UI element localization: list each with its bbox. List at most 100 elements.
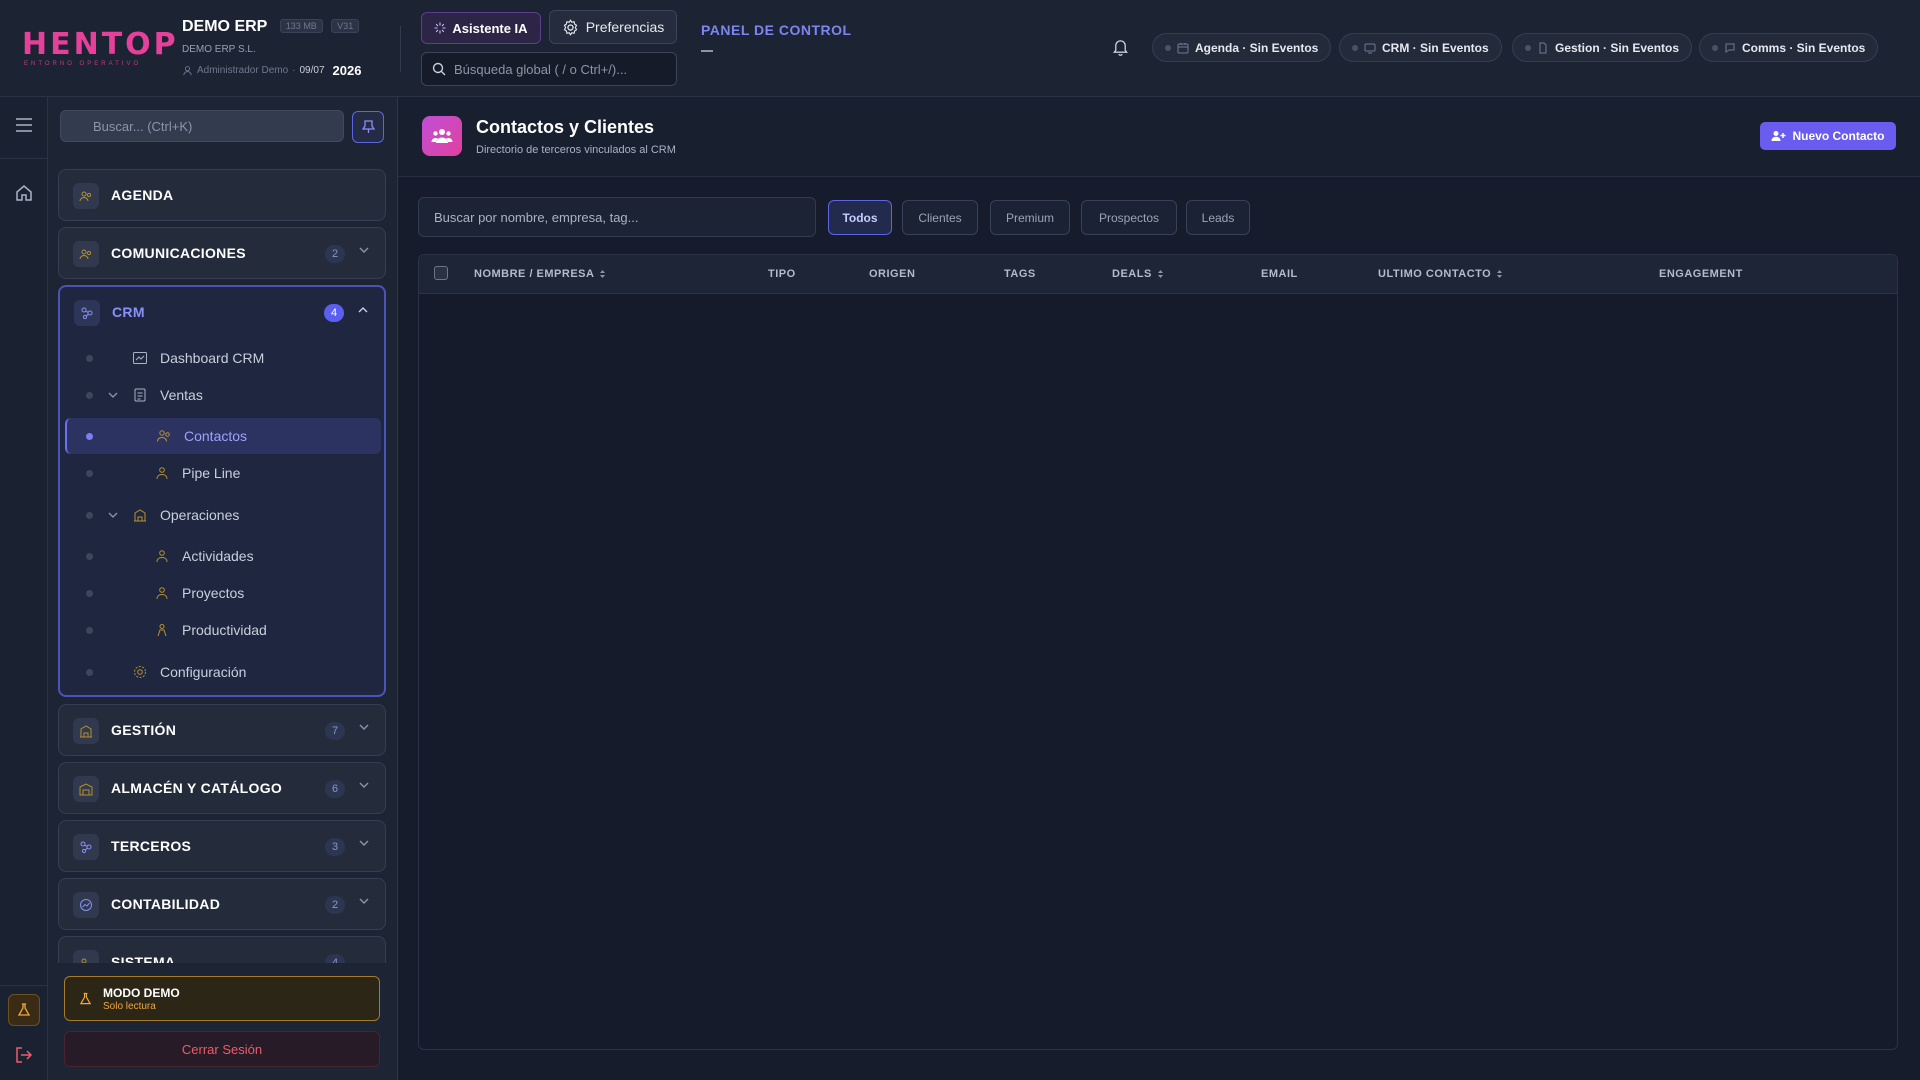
filter-todos[interactable]: Todos bbox=[828, 200, 892, 235]
clipboard-icon bbox=[134, 388, 146, 402]
notifications-button[interactable] bbox=[1112, 38, 1129, 61]
logout-rail-button[interactable] bbox=[12, 1043, 36, 1067]
column-header-tipo: TIPO bbox=[768, 268, 796, 280]
count-badge: 7 bbox=[325, 722, 345, 740]
contacts-table: NOMBRE / EMPRESA TIPO ORIGEN TAGS DEALS … bbox=[418, 254, 1898, 1050]
size-badge: 133 MB bbox=[279, 19, 323, 33]
sidebar-group-label: CONTABILIDAD bbox=[111, 896, 221, 912]
sidebar-item-dashboard-crm[interactable]: Dashboard CRM bbox=[60, 340, 384, 376]
flask-icon bbox=[79, 992, 92, 1005]
column-header-ultimo-contacto[interactable]: ULTIMO CONTACTO bbox=[1378, 268, 1503, 280]
sidebar-item-label: Proyectos bbox=[182, 585, 245, 601]
global-search-input[interactable]: Búsqueda global ( / o Ctrl+/)... bbox=[421, 52, 677, 86]
sidebar-item-label: Ventas bbox=[160, 387, 203, 403]
status-pill-gestion[interactable]: Gestion · Sin Eventos bbox=[1512, 33, 1693, 62]
pin-sidebar-button[interactable] bbox=[352, 111, 384, 143]
status-dot bbox=[1352, 44, 1358, 51]
status-pill-comms[interactable]: Comms · Sin Eventos bbox=[1699, 33, 1879, 62]
new-contact-button[interactable]: Nuevo Contacto bbox=[1760, 122, 1896, 150]
sidebar-group-contabilidad[interactable]: CONTABILIDAD 2 bbox=[58, 878, 386, 930]
users-icon bbox=[156, 550, 168, 563]
sidebar-item-label: Pipe Line bbox=[182, 465, 241, 481]
people-icon bbox=[79, 249, 92, 260]
preferences-label: Preferencias bbox=[585, 19, 665, 35]
sidebar-group-almacen[interactable]: ALMACÉN Y CATÁLOGO 6 bbox=[58, 762, 386, 814]
bell-icon bbox=[1113, 40, 1128, 56]
preferences-button[interactable]: Preferencias bbox=[549, 10, 677, 44]
filter-prospectos[interactable]: Prospectos bbox=[1081, 200, 1177, 235]
chevron-down-icon bbox=[359, 898, 369, 904]
status-dot bbox=[1165, 44, 1171, 51]
date-text: 09/07 bbox=[299, 65, 325, 76]
sidebar-group-label: GESTIÓN bbox=[111, 722, 177, 738]
sidebar-item-configuracion[interactable]: Configuración bbox=[60, 654, 384, 690]
contacts-page-icon bbox=[422, 116, 462, 156]
sidebar-item-label: Productividad bbox=[182, 622, 267, 638]
sidebar-group-comunicaciones[interactable]: COMUNICACIONES 2 bbox=[58, 227, 386, 279]
app-name: DEMO ERP bbox=[182, 18, 268, 35]
home-button[interactable] bbox=[12, 181, 36, 205]
warehouse-icon bbox=[79, 783, 93, 796]
hamburger-icon bbox=[16, 118, 32, 132]
panel-title: PANEL DE CONTROL bbox=[701, 22, 852, 38]
status-pill-crm[interactable]: CRM · Sin Eventos bbox=[1339, 33, 1502, 62]
filter-leads[interactable]: Leads bbox=[1186, 200, 1250, 235]
count-badge: 2 bbox=[325, 896, 345, 914]
settings-icon bbox=[134, 666, 146, 678]
sidebar-item-label: Operaciones bbox=[160, 507, 240, 523]
sidebar-group-label: ALMACÉN Y CATÁLOGO bbox=[111, 780, 283, 796]
page-subtitle: Directorio de terceros vinculados al CRM bbox=[476, 144, 676, 156]
sidebar-item-actividades[interactable]: Actividades bbox=[60, 538, 384, 574]
contacts-search-input[interactable]: Buscar por nombre, empresa, tag... bbox=[418, 197, 816, 237]
sidebar-group-label: COMUNICACIONES bbox=[111, 245, 246, 261]
pin-icon bbox=[361, 120, 375, 133]
sidebar-group-gestion[interactable]: GESTIÓN 7 bbox=[58, 704, 386, 756]
sidebar-item-ventas[interactable]: Ventas bbox=[60, 377, 384, 413]
sidebar-item-pipeline[interactable]: Pipe Line bbox=[60, 455, 384, 491]
column-header-nombre[interactable]: NOMBRE / EMPRESA bbox=[474, 268, 606, 280]
crm-group-header[interactable]: CRM 4 bbox=[60, 287, 384, 339]
panel-subtitle-dash bbox=[701, 50, 713, 52]
select-all-checkbox[interactable] bbox=[434, 266, 448, 280]
status-pill-label: Gestion · Sin Eventos bbox=[1555, 40, 1680, 55]
sidebar-item-label: Dashboard CRM bbox=[160, 350, 265, 366]
column-header-engagement: ENGAGEMENT bbox=[1659, 268, 1743, 280]
menu-toggle-button[interactable] bbox=[12, 113, 36, 137]
search-icon bbox=[432, 62, 446, 76]
user-icon bbox=[183, 66, 192, 76]
sidebar-item-contactos[interactable]: Contactos bbox=[65, 418, 381, 454]
filter-premium[interactable]: Premium bbox=[990, 200, 1070, 235]
page-header: Contactos y Clientes Directorio de terce… bbox=[398, 97, 1920, 177]
comunicaciones-group-icon bbox=[73, 241, 99, 267]
app-logo[interactable]: HENTOP ENTORNO OPERATIVO bbox=[22, 30, 176, 68]
demo-mode-button[interactable] bbox=[8, 994, 40, 1026]
network-icon bbox=[81, 307, 93, 320]
filter-clientes[interactable]: Clientes bbox=[902, 200, 978, 235]
column-header-tags: TAGS bbox=[1004, 268, 1036, 280]
status-pill-label: Agenda · Sin Eventos bbox=[1195, 40, 1319, 55]
add-user-icon bbox=[1771, 131, 1786, 141]
count-badge: 6 bbox=[325, 780, 345, 798]
sort-icon bbox=[1497, 270, 1503, 278]
dashboard-icon bbox=[133, 352, 147, 364]
demo-mode-title: MODO DEMO bbox=[103, 986, 180, 1000]
document-icon bbox=[1539, 42, 1547, 53]
ai-assistant-button[interactable]: Asistente IA bbox=[421, 12, 541, 44]
sidebar-item-proyectos[interactable]: Proyectos bbox=[60, 575, 384, 611]
global-search-placeholder: Búsqueda global ( / o Ctrl+/)... bbox=[454, 61, 628, 77]
chevron-up-icon bbox=[358, 307, 368, 313]
sidebar-search-input[interactable]: Buscar... (Ctrl+K) bbox=[60, 110, 344, 142]
page-title: Contactos y Clientes bbox=[476, 117, 655, 137]
people-icon bbox=[79, 191, 92, 202]
home-icon bbox=[16, 185, 32, 201]
status-pill-agenda[interactable]: Agenda · Sin Eventos bbox=[1152, 33, 1332, 62]
logout-button[interactable]: Cerrar Sesión bbox=[64, 1031, 380, 1067]
chevron-down-icon bbox=[359, 782, 369, 788]
sidebar-group-terceros[interactable]: TERCEROS 3 bbox=[58, 820, 386, 872]
sidebar-item-productividad[interactable]: Productividad bbox=[60, 612, 384, 648]
sidebar-group-agenda[interactable]: AGENDA bbox=[58, 169, 386, 221]
chevron-down-icon bbox=[108, 392, 118, 398]
year-text: 2026 bbox=[332, 63, 362, 78]
column-header-deals[interactable]: DEALS bbox=[1112, 268, 1164, 280]
sidebar-item-operaciones[interactable]: Operaciones bbox=[60, 497, 384, 533]
